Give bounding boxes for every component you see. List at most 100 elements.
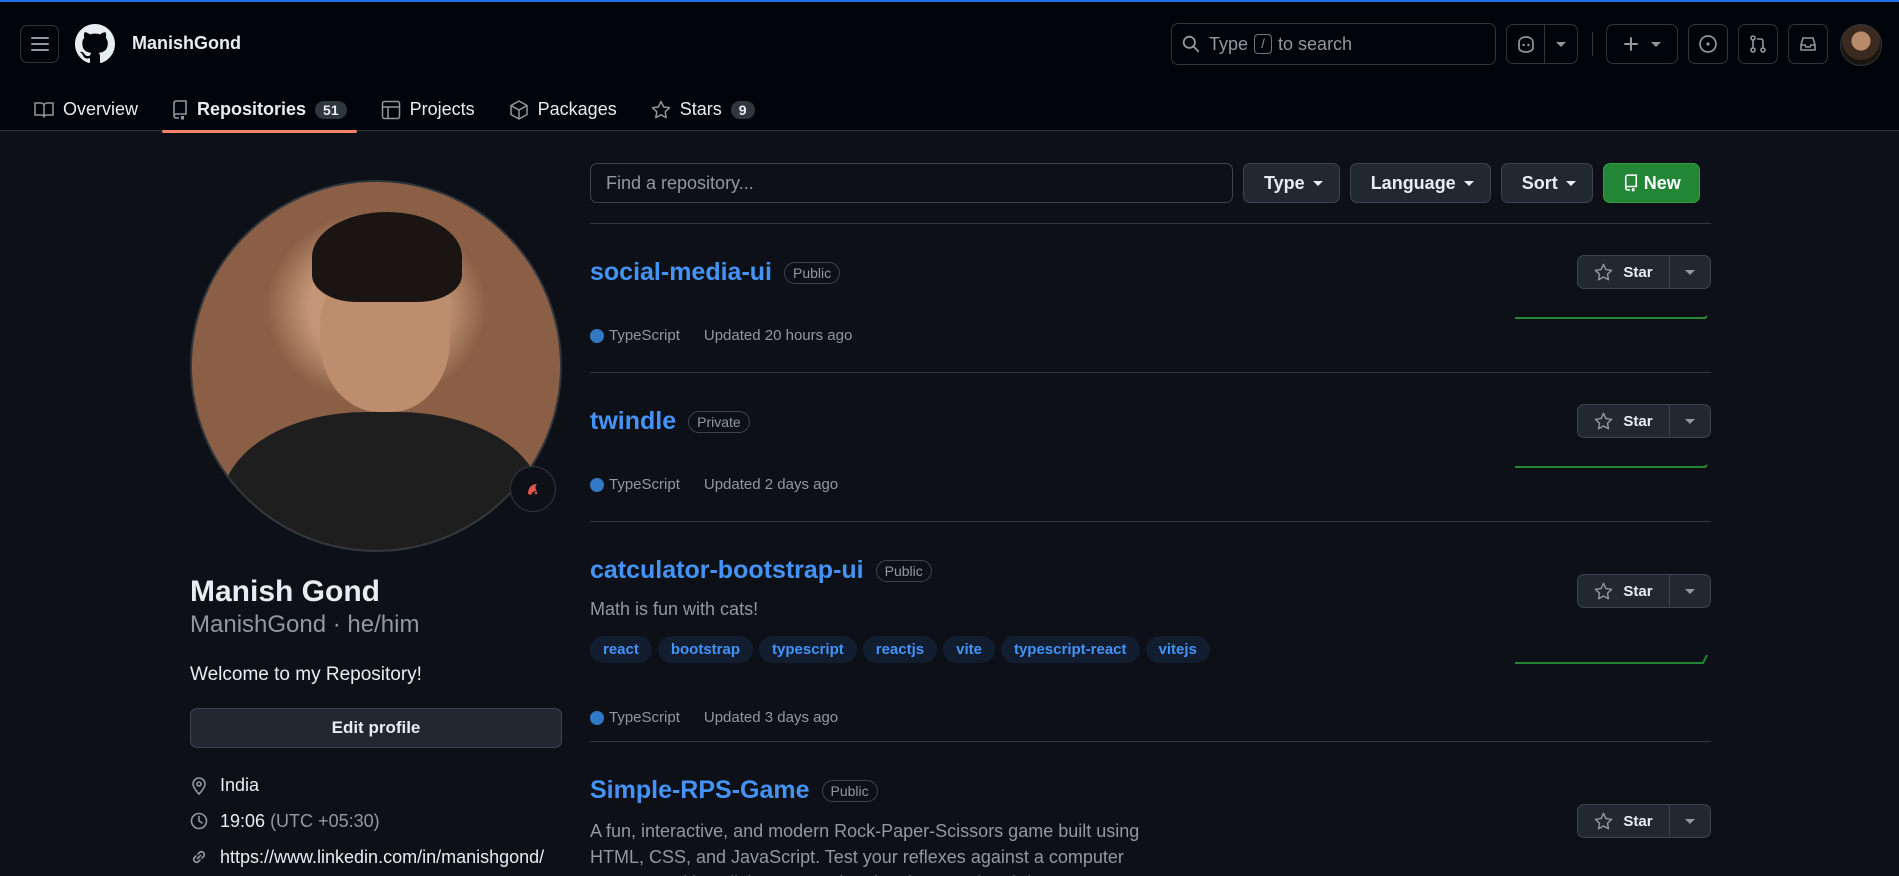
repo-meta: TypeScript Updated 3 days ago [590, 709, 838, 726]
repo-title-row: social-media-ui Public [590, 258, 841, 287]
chevron-down-icon [1565, 180, 1576, 186]
activity-sparkline [1515, 315, 1708, 319]
create-new-button[interactable] [1606, 24, 1678, 64]
repo-list-item: catculator-bootstrap-ui Public Math is f… [590, 521, 1711, 741]
repositories-count-badge: 51 [315, 100, 347, 119]
profile-bio: Welcome to my Repository! [190, 664, 422, 685]
star-button[interactable]: Star [1577, 255, 1670, 289]
activity-sparkline [1515, 654, 1708, 664]
user-avatar-menu[interactable] [1840, 24, 1882, 66]
star-label: Star [1623, 812, 1653, 830]
status-emoji-icon [528, 484, 538, 495]
tab-label: Repositories [197, 99, 307, 119]
repo-name-link[interactable]: social-media-ui [590, 258, 772, 287]
repo-filter-bar: Find a repository... Type Language Sort … [590, 163, 1711, 203]
set-status-button[interactable] [510, 466, 556, 512]
topic-tag[interactable]: typescript [759, 636, 857, 663]
topic-tag[interactable]: vitejs [1145, 636, 1210, 663]
location-icon [192, 777, 206, 795]
new-button-label: New [1643, 172, 1681, 193]
repo-description: Math is fun with cats! [590, 599, 759, 619]
location-text: India [220, 774, 260, 795]
profile-website-link[interactable]: https://www.linkedin.com/in/manishgond/ [220, 847, 544, 868]
tab-packages[interactable]: Packages [499, 87, 627, 132]
tab-label: Stars [679, 99, 722, 119]
repo-updated: Updated 2 days ago [703, 476, 839, 493]
tab-projects[interactable]: Projects [371, 87, 485, 132]
tab-label: Overview [63, 99, 139, 119]
profile-link-row: https://www.linkedin.com/in/manishgond/ [190, 846, 562, 868]
tab-repositories[interactable]: Repositories 51 [162, 87, 357, 133]
star-button[interactable]: Star [1577, 574, 1670, 608]
chevron-down-icon [1651, 41, 1661, 47]
git-pull-request-icon [1750, 35, 1766, 53]
type-filter-label: Type [1264, 172, 1305, 193]
global-search-input[interactable]: Type / to search [1171, 23, 1496, 65]
topic-tag[interactable]: bootstrap [657, 636, 754, 663]
edit-profile-button[interactable]: Edit profile [190, 708, 562, 748]
local-time-text: 19:06 [220, 810, 266, 831]
star-icon [1595, 812, 1613, 829]
repo-name-link[interactable]: Simple-RPS-Game [590, 776, 810, 805]
repo-name-link[interactable]: catculator-bootstrap-ui [590, 556, 864, 585]
type-filter-dropdown[interactable]: Type [1243, 163, 1340, 203]
repo-updated: Updated 3 days ago [703, 709, 839, 726]
pull-requests-button[interactable] [1738, 24, 1778, 64]
new-repository-button[interactable]: New [1602, 163, 1700, 203]
package-icon [509, 99, 528, 120]
star-button-group: Star [1577, 804, 1711, 838]
topic-tag[interactable]: react [590, 636, 652, 663]
repo-meta: TypeScript Updated 20 hours ago [590, 327, 852, 344]
repo-list-item: twindle Private TypeScript Updated 2 day… [590, 372, 1711, 521]
star-list-dropdown[interactable] [1670, 574, 1711, 608]
star-list-dropdown[interactable] [1670, 404, 1711, 438]
copilot-dropdown-button[interactable] [1545, 25, 1577, 63]
github-logo-icon[interactable] [75, 24, 115, 69]
tab-stars[interactable]: Stars 9 [641, 87, 765, 132]
star-list-dropdown[interactable] [1670, 804, 1711, 838]
star-button-group: Star [1577, 404, 1711, 438]
copilot-button[interactable] [1507, 25, 1545, 63]
profile-sidebar: Manish Gond ManishGond · he/him Welcome … [190, 180, 562, 868]
star-button[interactable]: Star [1577, 404, 1670, 438]
repo-name-link[interactable]: twindle [590, 407, 676, 436]
star-icon [651, 100, 670, 118]
repo-updated: Updated 20 hours ago [703, 327, 853, 344]
sort-label: Sort [1521, 172, 1558, 193]
repo-list-item: Simple-RPS-Game Public A fun, interactiv… [590, 741, 1711, 876]
search-icon [1182, 35, 1200, 53]
chevron-down-icon [1685, 818, 1695, 824]
inbox-button[interactable] [1788, 24, 1828, 64]
visibility-badge: Private [688, 410, 750, 433]
sort-dropdown[interactable]: Sort [1500, 163, 1593, 203]
find-repository-input[interactable]: Find a repository... [590, 163, 1233, 203]
profile-avatar[interactable] [190, 180, 562, 552]
star-button-group: Star [1577, 255, 1711, 289]
tab-label: Projects [409, 99, 475, 119]
profile-local-time: 19:06 (UTC +05:30) [190, 810, 562, 832]
topic-tag[interactable]: vite [943, 636, 995, 663]
star-list-dropdown[interactable] [1670, 255, 1711, 289]
repo-list-item: social-media-ui Public TypeScript Update… [590, 223, 1711, 372]
topic-tag[interactable]: reactjs [862, 636, 938, 663]
star-icon [1595, 412, 1613, 429]
link-icon [192, 850, 206, 864]
avatar-hoodie-shape [222, 412, 542, 550]
tab-label: Packages [537, 99, 617, 119]
star-button-group: Star [1577, 574, 1711, 608]
star-label: Star [1623, 582, 1653, 600]
menu-button[interactable] [20, 25, 59, 63]
visibility-badge: Public [875, 559, 932, 582]
chevron-down-icon [1463, 180, 1474, 186]
language-color-dot [590, 328, 604, 343]
repo-title-row: catculator-bootstrap-ui Public [590, 556, 932, 585]
issues-button[interactable] [1688, 24, 1728, 64]
language-filter-dropdown[interactable]: Language [1349, 163, 1491, 203]
topic-tag[interactable]: typescript-react [1000, 636, 1140, 663]
tab-overview[interactable]: Overview [24, 87, 148, 132]
visibility-badge: Public [821, 779, 878, 802]
inbox-icon [1800, 37, 1816, 51]
star-button[interactable]: Star [1577, 804, 1670, 838]
header-username[interactable]: ManishGond [132, 33, 241, 54]
chevron-down-icon [1685, 588, 1695, 594]
